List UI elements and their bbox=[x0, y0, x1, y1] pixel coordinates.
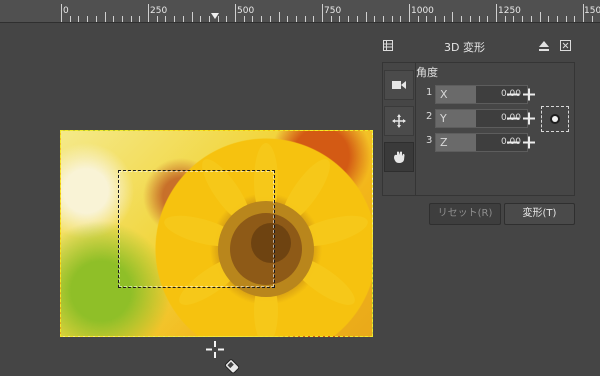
decrement-x-button[interactable] bbox=[506, 86, 520, 103]
angle-section-label: 角度 bbox=[416, 66, 438, 79]
pivot-point-selector[interactable] bbox=[541, 106, 569, 132]
move-cursor-icon bbox=[206, 341, 240, 374]
camera-icon bbox=[392, 81, 406, 89]
mode-selector bbox=[382, 62, 416, 196]
ruler-label: 750 bbox=[324, 6, 342, 16]
tool-options-icon[interactable] bbox=[382, 39, 394, 52]
eject-icon[interactable] bbox=[538, 40, 550, 52]
ruler-label: 250 bbox=[150, 6, 168, 16]
mode-move-button[interactable] bbox=[384, 106, 414, 136]
axis-index: 2 bbox=[426, 111, 433, 122]
axis-row-z: 3 Z 0.00 bbox=[426, 133, 538, 152]
ruler-label: 1500 bbox=[584, 6, 600, 16]
decrement-z-button[interactable] bbox=[506, 134, 520, 151]
close-icon[interactable] bbox=[560, 40, 571, 51]
ruler-label: 1000 bbox=[411, 6, 434, 16]
selection-rectangle[interactable] bbox=[118, 170, 275, 288]
transform-button[interactable]: 変形(T) bbox=[504, 203, 575, 225]
axis-index: 1 bbox=[426, 87, 433, 98]
axis-letter: Z bbox=[440, 136, 448, 149]
decrement-y-button[interactable] bbox=[506, 110, 520, 127]
ruler-label: 500 bbox=[237, 6, 255, 16]
ruler-label: 0 bbox=[63, 6, 69, 16]
mode-rotate-button[interactable] bbox=[384, 142, 414, 172]
reset-button[interactable]: リセット(R) bbox=[429, 203, 501, 225]
axis-letter: Y bbox=[440, 112, 447, 125]
panel-title: 3D 変形 bbox=[444, 41, 485, 54]
axis-row-y: 2 Y 0.00 bbox=[426, 109, 538, 128]
axis-row-x: 1 X 0.00 bbox=[426, 85, 538, 104]
pivot-dot-icon bbox=[552, 116, 558, 122]
panel-header: 3D 変形 bbox=[380, 36, 580, 56]
ruler-label: 1250 bbox=[498, 6, 521, 16]
mode-camera-button[interactable] bbox=[384, 70, 414, 100]
axis-index: 3 bbox=[426, 135, 433, 146]
ruler-position-marker bbox=[211, 13, 219, 19]
axis-letter: X bbox=[440, 88, 448, 101]
increment-x-button[interactable] bbox=[522, 86, 536, 103]
horizontal-ruler[interactable]: 0 250 500 750 1000 1250 1500 bbox=[0, 0, 600, 23]
hand-icon bbox=[394, 151, 405, 163]
move-icon bbox=[392, 114, 406, 128]
increment-z-button[interactable] bbox=[522, 134, 536, 151]
increment-y-button[interactable] bbox=[522, 110, 536, 127]
